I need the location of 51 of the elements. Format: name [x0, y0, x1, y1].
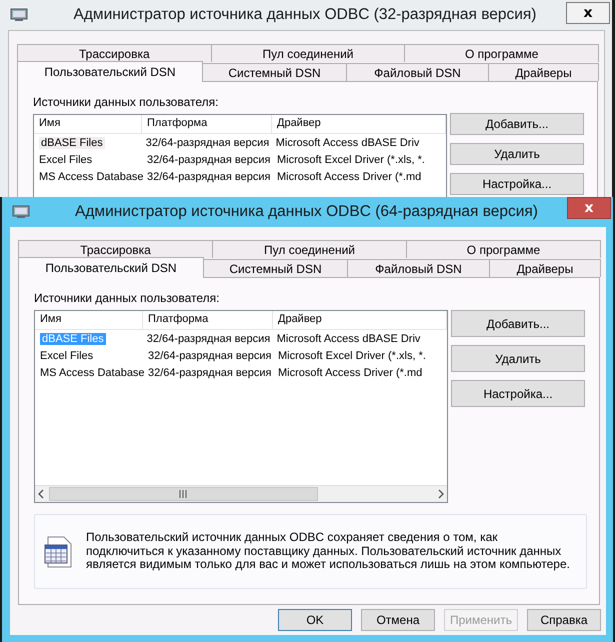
list-item[interactable]: Excel Files	[39, 154, 142, 166]
table-cell-text: Microsoft Excel Driver (*.xls, *.	[277, 350, 427, 362]
list-item[interactable]: dBASE Files	[39, 136, 105, 148]
tab[interactable]: О программе	[406, 240, 601, 258]
table-cell-text: 32/64-разрядная версия	[146, 170, 272, 182]
action-button[interactable]: Настройка...	[451, 380, 585, 407]
action-button[interactable]: Добавить...	[451, 310, 585, 337]
table-cell-text: Microsoft Access dBASE Driv	[276, 332, 422, 344]
info-text: Пользовательский источник данных ODBC сохраняет сведения о том, как подключиться к указанному поставщику данных. Пользовательский источник данных является видимым только для вас и может использоваться лишь на этом компьютере.	[86, 531, 571, 572]
column-header[interactable]: Платформа	[143, 311, 273, 329]
tab[interactable]: Пользовательский DSN	[18, 257, 204, 278]
window-title: Администратор источника данных ODBC (64-разрядная версия)	[74, 203, 539, 221]
dialog-button[interactable]: Справка	[527, 609, 601, 631]
list-item[interactable]: MS Access Database	[39, 170, 142, 182]
window-title: Администратор источника данных ODBC (32-разрядная версия)	[72, 6, 538, 24]
table-document-icon	[44, 534, 74, 568]
tab[interactable]: Пул соединений	[212, 240, 407, 258]
table-cell-text: 32/64-разрядная версия	[146, 332, 272, 344]
column-header[interactable]: Драйвер	[273, 311, 447, 329]
table-cell-text: Microsoft Access dBASE Driv	[274, 136, 420, 148]
table-cell-text: Microsoft Access Driver (*.md	[277, 366, 424, 378]
list-label: Источники данных пользователя:	[34, 291, 220, 305]
table-cell-text: 32/64-разрядная версия	[146, 154, 272, 166]
table-cell-text: 32/64-разрядная версия	[144, 136, 270, 148]
column-header[interactable]: Имя	[35, 311, 143, 329]
column-header[interactable]: Имя	[34, 115, 142, 133]
dialog-button[interactable]: Отмена	[361, 609, 435, 631]
action-button[interactable]: Удалить	[451, 345, 585, 372]
tab[interactable]: Системный DSN	[203, 259, 348, 277]
table-cell-text: 32/64-разрядная версия	[147, 366, 272, 378]
action-button[interactable]: Настройка...	[450, 173, 584, 195]
monitor-icon	[12, 205, 30, 219]
tab[interactable]: Файловый DSN	[347, 259, 490, 277]
tab[interactable]: Трассировка	[18, 240, 213, 258]
monitor-icon	[10, 8, 28, 22]
table-cell-text: Microsoft Excel Driver (*.xls, *.	[276, 154, 426, 166]
horizontal-scrollbar[interactable]	[35, 485, 447, 502]
close-button[interactable]: x	[567, 197, 611, 219]
list-item[interactable]: MS Access Database	[40, 366, 143, 378]
list-label: Источники данных пользователя:	[33, 95, 220, 109]
column-header[interactable]: Драйвер	[272, 115, 446, 133]
list-item[interactable]: Excel Files	[40, 350, 143, 362]
column-header[interactable]: Платформа	[142, 115, 272, 133]
tab[interactable]: Драйверы	[489, 259, 601, 277]
table-cell-text: 32/64-разрядная версия	[147, 350, 272, 362]
table-cell-text: Microsoft Access Driver (*.md	[276, 170, 422, 182]
action-button[interactable]: Добавить...	[450, 113, 584, 135]
dialog-button[interactable]: OK	[278, 609, 352, 631]
action-button[interactable]: Удалить	[450, 143, 584, 165]
scrollbar-thumb[interactable]	[49, 487, 318, 501]
grip-icon	[179, 490, 188, 498]
